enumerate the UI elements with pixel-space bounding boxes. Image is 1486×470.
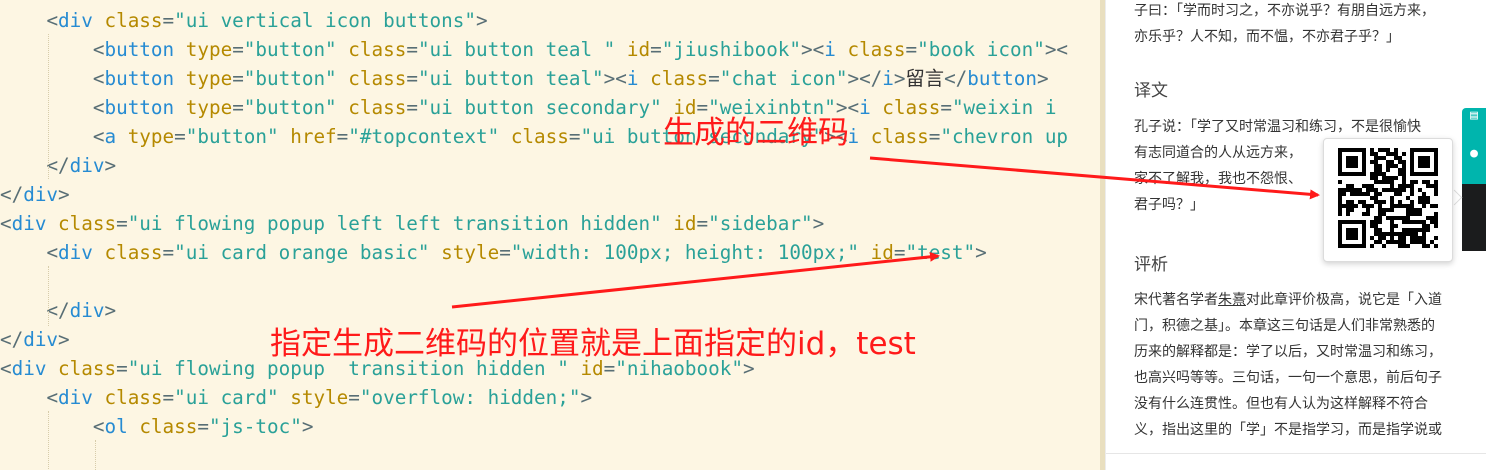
annotation-arrows	[451, 156, 1320, 309]
arrow-to-qr	[869, 156, 1320, 200]
qr-annotation-label: 生成的二维码	[663, 115, 849, 151]
arrow-to-test-id	[451, 251, 940, 309]
position-annotation-label: 指定生成二维码的位置就是上面指定的id，test	[270, 326, 916, 362]
